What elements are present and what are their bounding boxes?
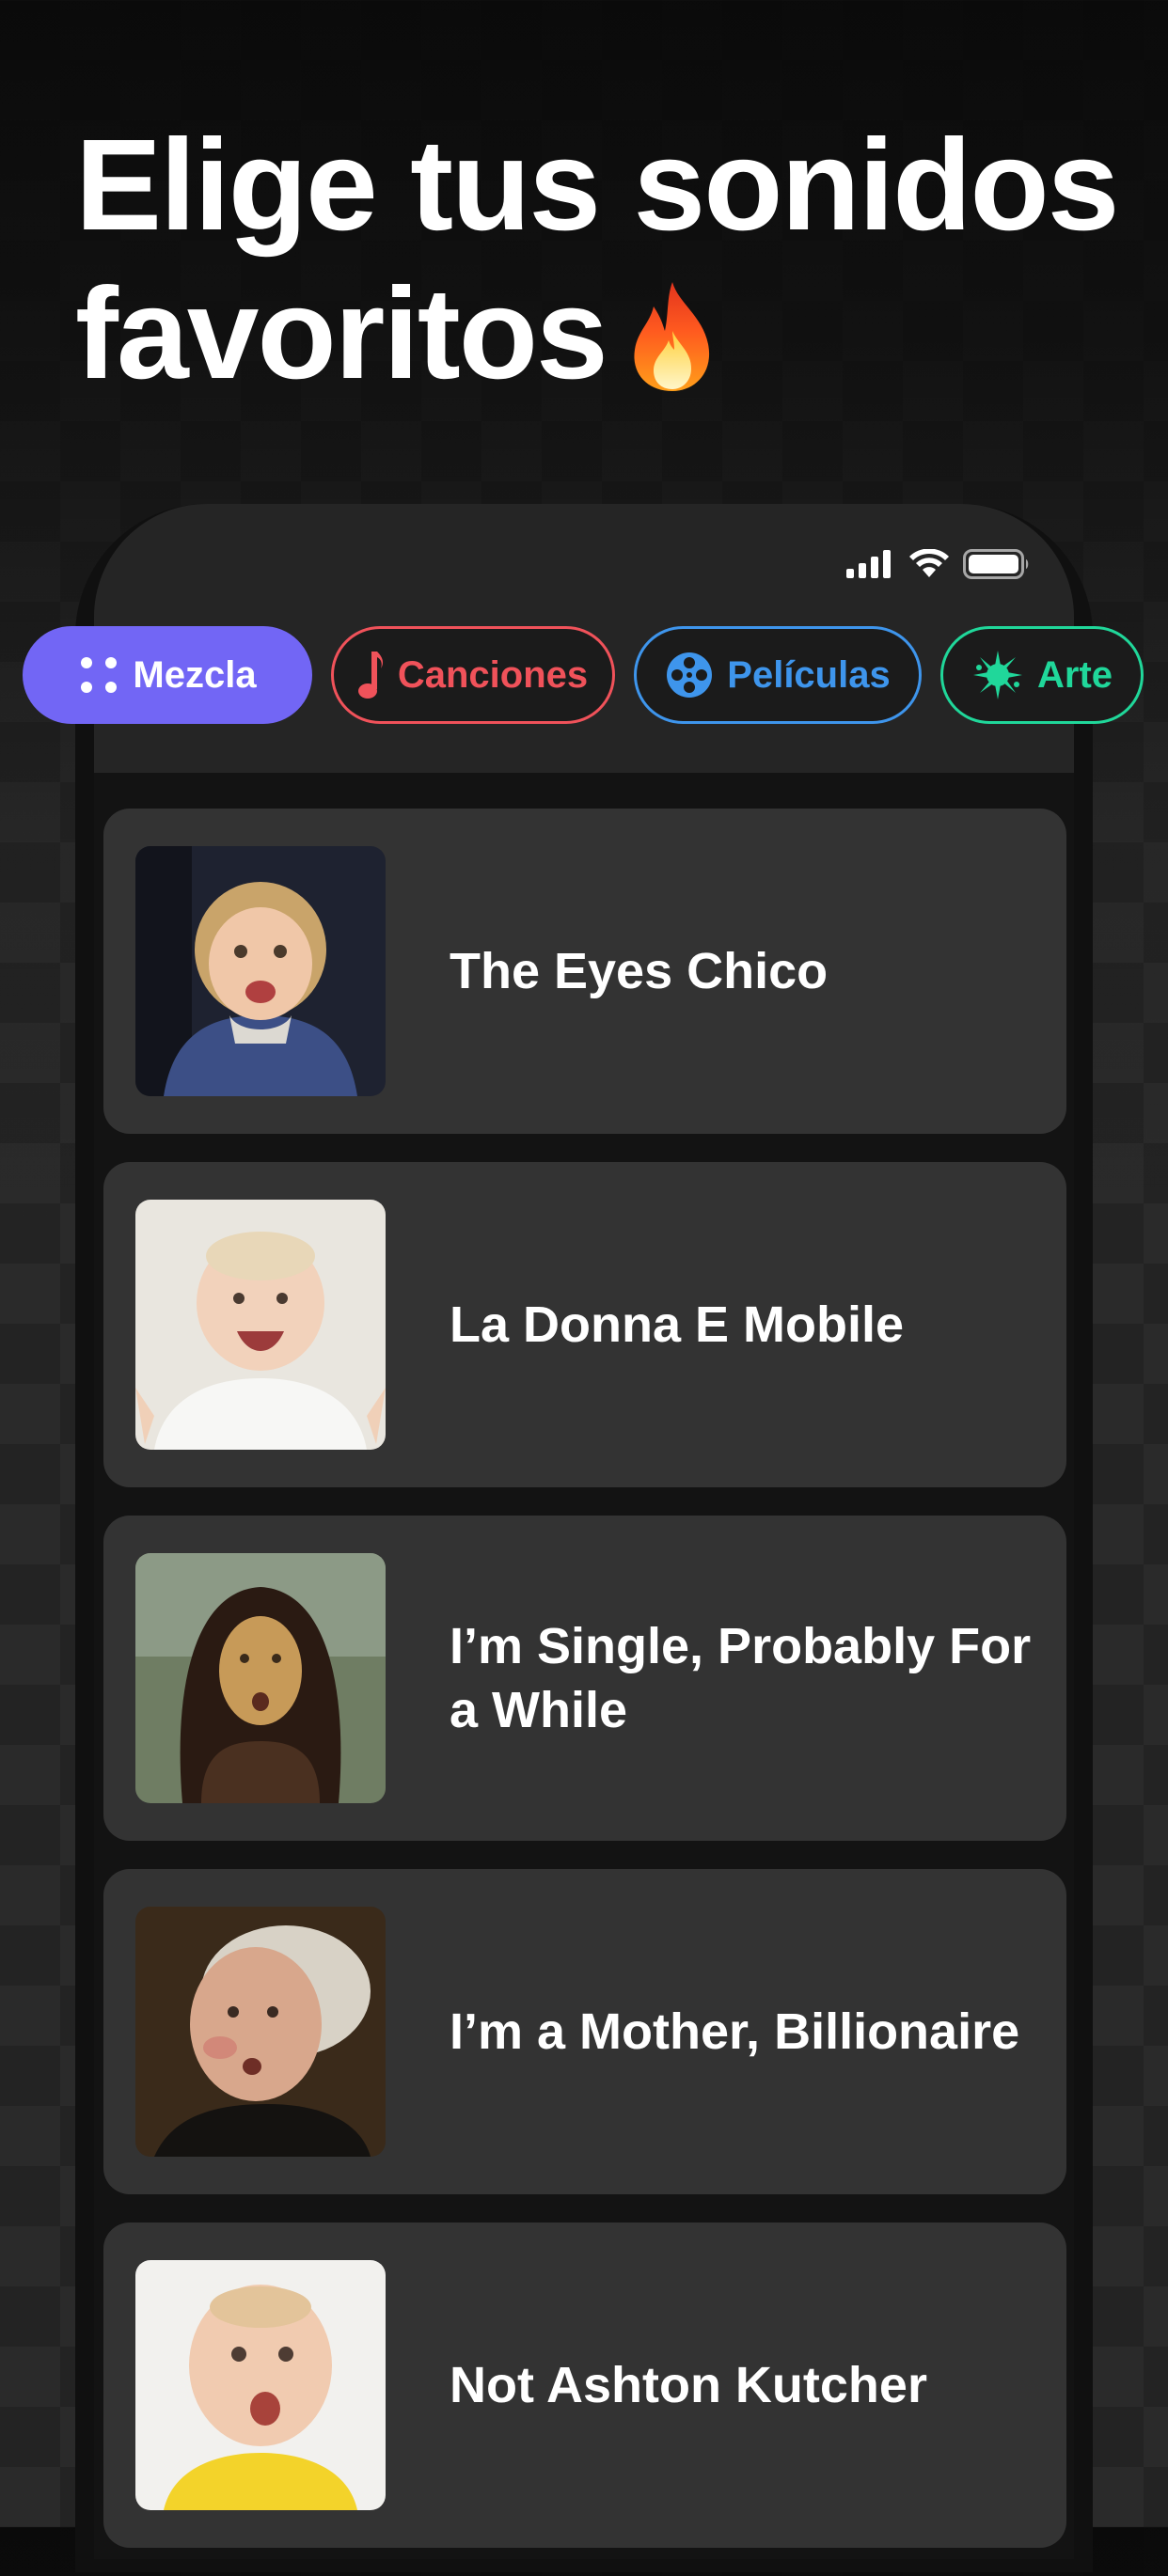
grid-dots-icon [78, 654, 119, 696]
child-singing-thumbnail [135, 846, 386, 1096]
sound-item[interactable]: The Eyes Chico [103, 809, 1066, 1134]
sound-title: La Donna E Mobile [450, 1296, 905, 1353]
paint-splash-icon [971, 649, 1024, 701]
sound-title: Not Ashton Kutcher [450, 2357, 927, 2413]
wifi-icon [908, 549, 950, 579]
signal-icon [846, 550, 895, 578]
sound-title: I’m Single, Probably For a While [450, 1618, 1032, 1738]
sound-item[interactable]: La Donna E Mobile [103, 1162, 1066, 1487]
sound-title: The Eyes Chico [450, 943, 829, 999]
tab-arte[interactable]: Arte [940, 626, 1144, 724]
sound-list: The Eyes Chico La Donna E Mobile I’m Sin… [103, 809, 1066, 2576]
laughing-baby-thumbnail [135, 1200, 386, 1450]
battery-icon [963, 549, 1031, 579]
tab-arte-label: Arte [1036, 653, 1113, 696]
sound-item[interactable]: Not Ashton Kutcher [103, 2223, 1066, 2548]
headline-line-1: Elige tus sonidos [75, 113, 1119, 258]
music-note-icon [357, 650, 385, 700]
fire-icon [625, 276, 719, 393]
tab-peliculas-label: Películas [727, 653, 891, 696]
tab-mezcla-label: Mezcla [133, 653, 257, 696]
george-washington-thumbnail [135, 1907, 386, 2157]
sound-item[interactable]: I’m Single, Probably For a While [103, 1516, 1066, 1841]
tab-peliculas[interactable]: Películas [634, 626, 922, 724]
film-reel-icon [665, 651, 714, 699]
mona-lisa-thumbnail [135, 1553, 386, 1803]
category-tabs: Mezcla Canciones Películas Arte [23, 626, 1168, 726]
headline-line-2-text: favoritos [75, 261, 608, 406]
surprised-baby-thumbnail [135, 2260, 386, 2510]
headline-line-2: favoritos [75, 259, 1129, 408]
status-bar [846, 543, 1044, 585]
page-headline: Elige tus sonidos favoritos [75, 111, 1129, 408]
sound-item[interactable]: I’m a Mother, Billionaire [103, 1869, 1066, 2194]
sound-title: I’m a Mother, Billionaire [450, 2003, 1020, 2060]
tab-canciones[interactable]: Canciones [331, 626, 615, 724]
tab-mezcla[interactable]: Mezcla [23, 626, 312, 724]
tab-canciones-label: Canciones [397, 653, 589, 696]
